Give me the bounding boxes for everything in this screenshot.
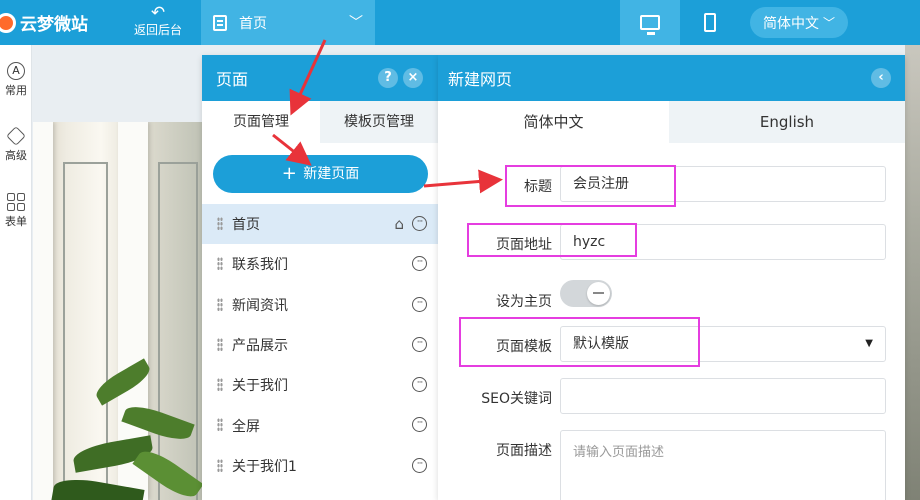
undo-arrow-icon: ↶ <box>150 3 166 23</box>
page-select-dropdown[interactable]: 首页 ﹀ <box>201 0 375 45</box>
desktop-icon <box>640 15 660 35</box>
top-bar: 云梦微站 ↶ 返回后台 首页 ﹀ 简体中文 ﹀ <box>0 0 920 45</box>
left-toolbar: A 常用 高级 表单 <box>0 45 32 500</box>
url-input[interactable]: hyzc <box>560 224 886 260</box>
tool-label: 高级 <box>5 149 27 162</box>
set-home-label: 设为主页 <box>496 294 552 310</box>
page-manager-panel: 页面 ? × 页面管理 模板页管理 + 新建页面 首页 ⌂ ··· 联系我们 ·… <box>202 55 438 500</box>
list-item[interactable]: 首页 ⌂ ··· <box>202 204 438 245</box>
help-icon[interactable]: ? <box>378 68 398 88</box>
plus-icon: + <box>281 163 297 184</box>
desktop-view-button[interactable] <box>620 0 680 45</box>
page-name: 联系我们 <box>232 257 288 274</box>
page-manager-header: 页面 ? × <box>202 55 438 101</box>
tool-common[interactable]: A 常用 <box>0 62 32 98</box>
page-list: 首页 ⌂ ··· 联系我们 ··· 新闻资讯 ··· 产品展示 ··· 关于我们… <box>202 204 438 486</box>
toggle-knob <box>587 282 610 305</box>
home-icon: ⌂ <box>394 215 404 233</box>
seo-keywords-input[interactable] <box>560 378 886 414</box>
page-name: 全屏 <box>232 418 260 435</box>
seo-keywords-label: SEO关键词 <box>481 391 552 407</box>
diamond-icon <box>6 126 26 146</box>
page-preview-canvas <box>33 122 203 500</box>
list-item[interactable]: 全屏 ··· <box>202 405 438 445</box>
a-circle-icon: A <box>7 62 25 80</box>
new-page-header: 新建网页 ‹ <box>438 55 905 101</box>
description-textarea[interactable]: 请输入页面描述 <box>560 430 886 500</box>
logo: 云梦微站 <box>0 0 88 45</box>
tab-english[interactable]: English <box>669 101 905 143</box>
back-to-admin-button[interactable]: ↶ 返回后台 <box>128 3 188 37</box>
title-input[interactable]: 会员注册 <box>560 166 886 202</box>
page-name: 产品展示 <box>232 338 288 355</box>
drag-handle-icon[interactable] <box>217 337 223 352</box>
template-label: 页面模板 <box>496 339 552 355</box>
chevron-down-icon: ﹀ <box>822 16 835 30</box>
tool-form[interactable]: 表单 <box>0 193 32 229</box>
tool-label: 常用 <box>5 84 27 97</box>
logo-mark-icon <box>0 12 16 33</box>
tool-label: 表单 <box>5 215 27 228</box>
list-item[interactable]: 联系我们 ··· <box>202 244 438 284</box>
preview-pillar <box>33 122 53 500</box>
template-select[interactable]: 默认模版 ▼ <box>560 326 886 362</box>
collapse-icon[interactable]: ‹ <box>871 68 891 88</box>
close-icon[interactable]: × <box>403 68 423 88</box>
page-name: 关于我们 <box>232 378 288 395</box>
drag-handle-icon[interactable] <box>217 257 223 272</box>
drag-handle-icon[interactable] <box>217 217 223 231</box>
tab-simplified-chinese[interactable]: 简体中文 <box>438 101 669 143</box>
drag-handle-icon[interactable] <box>217 297 223 312</box>
grid-icon <box>7 193 25 211</box>
list-item[interactable]: 关于我们1 ··· <box>202 446 438 486</box>
more-options-icon[interactable]: ··· <box>412 216 427 231</box>
more-options-icon[interactable]: ··· <box>412 296 427 312</box>
more-options-icon[interactable]: ··· <box>412 256 427 272</box>
tab-template-management[interactable]: 模板页管理 <box>320 101 438 143</box>
panel-title: 页面 <box>216 70 249 89</box>
mobile-view-button[interactable] <box>680 0 740 45</box>
drag-handle-icon[interactable] <box>217 458 223 473</box>
tool-advanced[interactable]: 高级 <box>0 126 32 163</box>
list-item[interactable]: 关于我们 ··· <box>202 365 438 405</box>
drag-handle-icon[interactable] <box>217 378 223 393</box>
new-page-button[interactable]: + 新建页面 <box>213 155 428 193</box>
new-page-label: 新建页面 <box>303 166 360 182</box>
panel-title: 新建网页 <box>448 70 513 89</box>
preview-right-edge <box>905 45 920 500</box>
page-name: 新闻资讯 <box>232 297 288 314</box>
template-value: 默认模版 <box>573 336 629 352</box>
language-value: 简体中文 <box>762 15 819 32</box>
more-options-icon[interactable]: ··· <box>412 457 427 473</box>
language-select[interactable]: 简体中文 ﹀ <box>750 7 848 38</box>
drag-handle-icon[interactable] <box>217 418 223 433</box>
more-options-icon[interactable]: ··· <box>412 417 427 433</box>
more-options-icon[interactable]: ··· <box>412 336 427 352</box>
language-tabs: 简体中文 English <box>438 101 905 143</box>
description-label: 页面描述 <box>496 443 552 459</box>
logo-text: 云梦微站 <box>20 15 88 35</box>
page-select-value: 首页 <box>239 15 267 32</box>
more-options-icon[interactable]: ··· <box>412 377 427 393</box>
document-icon <box>213 14 227 31</box>
page-name: 关于我们1 <box>232 458 297 475</box>
preview-window <box>158 162 198 500</box>
tab-page-management[interactable]: 页面管理 <box>202 101 320 143</box>
list-item[interactable]: 产品展示 ··· <box>202 325 438 365</box>
title-label: 标题 <box>524 179 552 195</box>
page-manager-tabs: 页面管理 模板页管理 <box>202 101 438 143</box>
new-page-panel: 新建网页 ‹ 简体中文 English 标题 会员注册 页面地址 hyzc 设为… <box>438 55 905 500</box>
url-label: 页面地址 <box>496 237 552 253</box>
set-home-toggle[interactable] <box>560 280 612 307</box>
page-name: 首页 <box>232 217 260 234</box>
chevron-down-icon: ﹀ <box>349 15 363 31</box>
list-item[interactable]: 新闻资讯 ··· <box>202 285 438 325</box>
back-label: 返回后台 <box>133 23 182 37</box>
mobile-icon <box>704 13 716 32</box>
caret-down-icon: ▼ <box>865 338 873 349</box>
